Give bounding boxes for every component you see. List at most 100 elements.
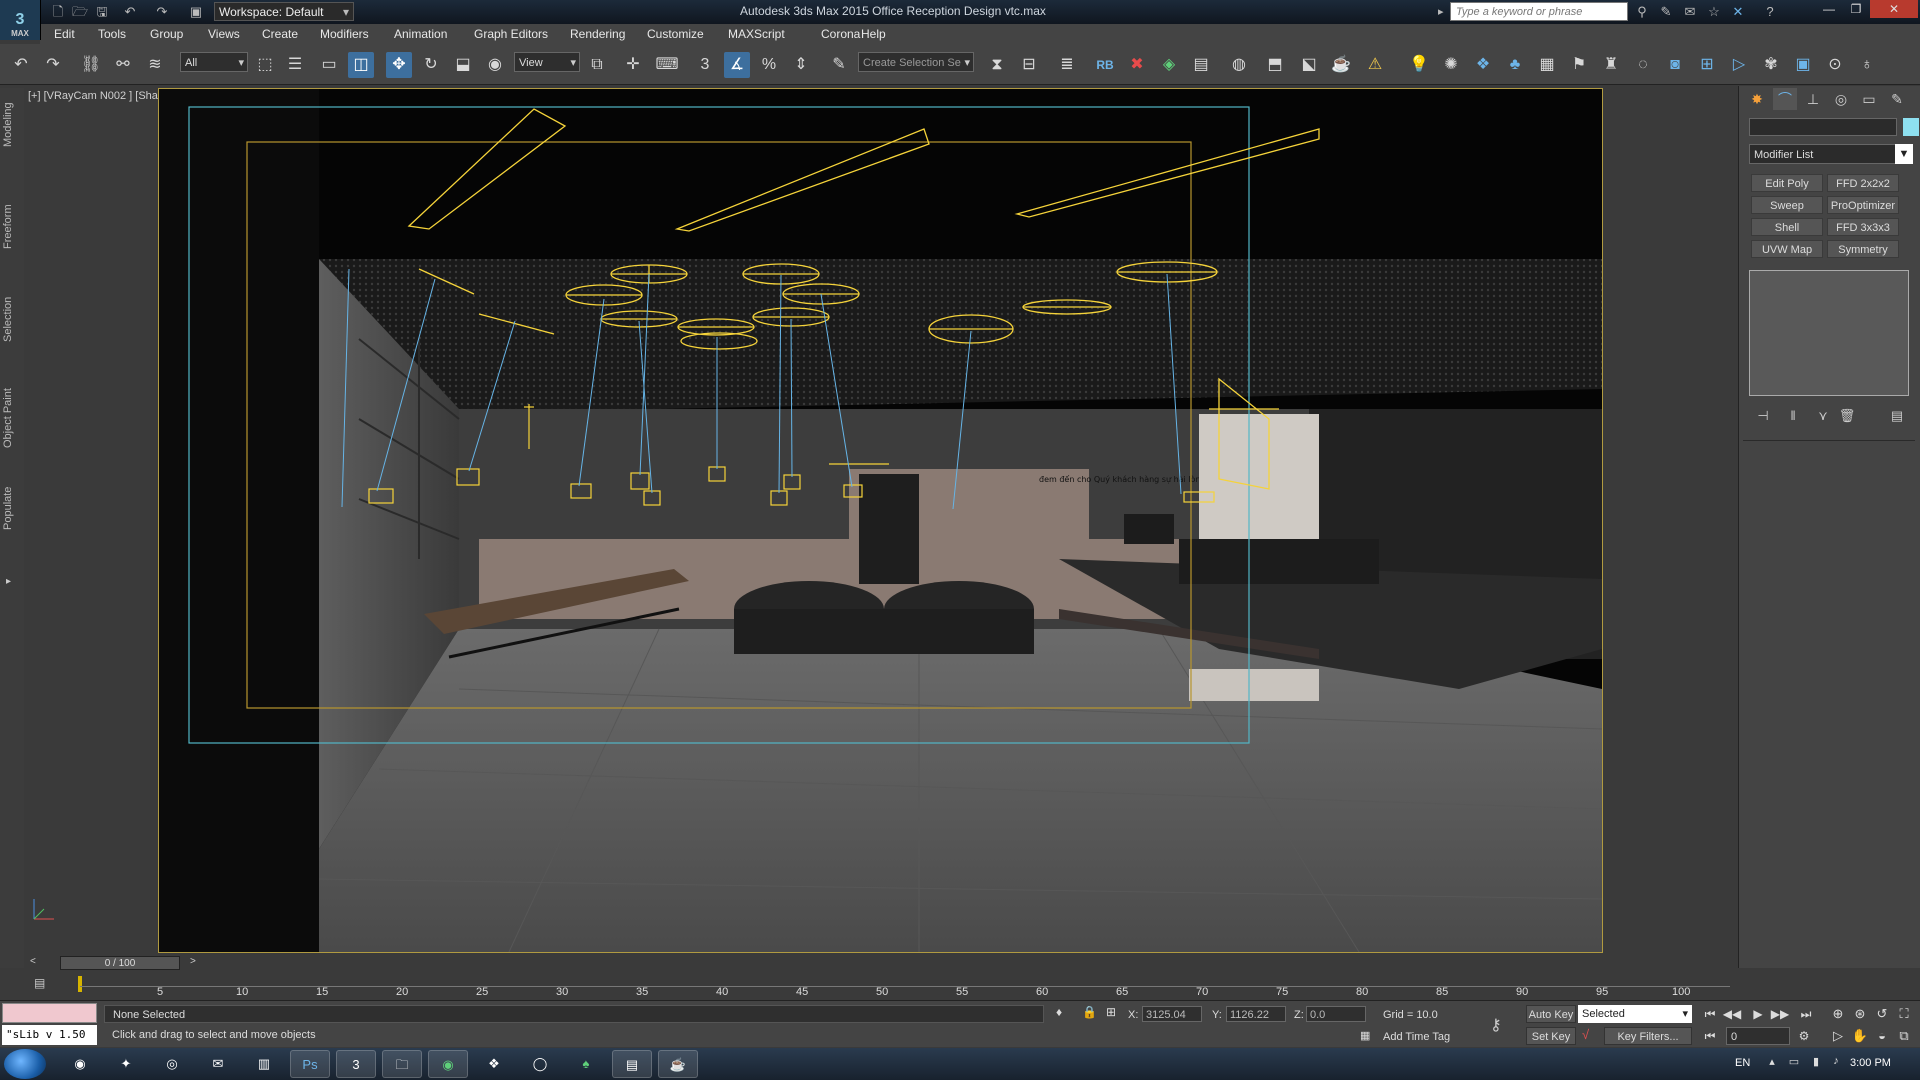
menu-maxscript[interactable]: MAXScript [728, 27, 785, 41]
media-icon[interactable]: ◉ [428, 1050, 468, 1078]
set-key-button[interactable]: Set Key [1526, 1027, 1576, 1045]
select-place-icon[interactable]: ◉ [482, 52, 508, 78]
edit-named-selection-icon[interactable]: ✎ [826, 52, 852, 78]
maxscript-listener[interactable] [2, 1003, 97, 1023]
menu-customize[interactable]: Customize [647, 27, 704, 41]
align-icon[interactable]: ⊟ [1016, 52, 1042, 78]
menu-tools[interactable]: Tools [98, 27, 126, 41]
play-icon[interactable]: ▶ [1748, 1005, 1768, 1023]
unlink-icon[interactable]: ⚯ [110, 52, 136, 78]
select-manipulate-icon[interactable]: ✛ [620, 52, 646, 78]
taskbar-window-icon[interactable]: ▤ [612, 1050, 652, 1078]
undo-icon[interactable]: ↶ [120, 2, 140, 22]
camera-icon[interactable]: ⊙ [1822, 52, 1848, 78]
remove-modifier-icon[interactable]: 🗑 [1835, 406, 1859, 426]
ffd-2x2x2-button[interactable]: FFD 2x2x2 [1827, 174, 1899, 192]
close-button[interactable]: ✕ [1870, 0, 1918, 18]
orbit-camera-icon[interactable]: ◒ [1872, 1027, 1892, 1045]
render-frame-icon[interactable]: ☕ [1328, 52, 1354, 78]
light-lister-icon[interactable]: 💡 [1406, 52, 1432, 78]
taskbar-app-icon[interactable]: ◉ [60, 1050, 100, 1078]
camera-viewport[interactable]: đem đến cho Quý khách hàng sự hài lòng t… [158, 88, 1603, 953]
redo-icon[interactable]: ↷ [152, 2, 172, 22]
pin-stack-icon[interactable]: ⊣ [1751, 406, 1775, 426]
mirror-icon[interactable]: ⧗ [984, 52, 1010, 78]
ribbon-tab-selection[interactable]: Selection [2, 288, 22, 350]
key-mode-icon[interactable]: √ [1582, 1027, 1589, 1042]
menu-help[interactable]: Help [861, 27, 886, 41]
dropbox-icon[interactable]: ❖ [474, 1050, 514, 1078]
lock-icon[interactable]: 🔒 [1082, 1005, 1097, 1019]
taskbar-app-icon[interactable]: ♠ [566, 1050, 606, 1078]
sweep-button[interactable]: Sweep [1751, 196, 1823, 214]
uvw-map-button[interactable]: UVW Map [1751, 240, 1823, 258]
project-folder-icon[interactable]: ▣ [186, 2, 206, 22]
ribbon-collapse-icon[interactable]: ▸ [6, 576, 11, 587]
rectangular-selection-icon[interactable]: ▭ [316, 52, 342, 78]
minimize-button[interactable]: — [1816, 0, 1842, 18]
fur-icon[interactable]: ✾ [1758, 52, 1784, 78]
make-unique-icon[interactable]: ⋎ [1811, 406, 1835, 426]
calendar-icon[interactable]: ▥ [244, 1050, 284, 1078]
ribbon-tab-freeform[interactable]: Freeform [2, 196, 22, 258]
communication-icon[interactable]: ✉ [1680, 2, 1700, 22]
bind-spacewarp-icon[interactable]: ≋ [142, 52, 168, 78]
box-icon[interactable]: ▣ [1790, 52, 1816, 78]
maxscript-output[interactable]: "sLib v 1.50 [2, 1025, 97, 1045]
spinner-snap-icon[interactable]: ⇕ [788, 52, 814, 78]
vray-render-icon[interactable]: ▷ [1726, 52, 1752, 78]
time-slider[interactable]: 0 / 100 [60, 956, 180, 970]
start-button[interactable] [4, 1049, 46, 1079]
tree-icon[interactable]: ♣ [1502, 52, 1528, 78]
menu-graph-editors[interactable]: Graph Editors [474, 27, 548, 41]
zoom-all-icon[interactable]: ⊛ [1850, 1005, 1870, 1023]
isolate-icon[interactable]: ♦ [1056, 1005, 1062, 1019]
menu-views[interactable]: Views [208, 27, 240, 41]
maximize-toggle-icon[interactable]: ⧉ [1894, 1027, 1914, 1045]
angle-snap-icon[interactable]: ∡ [724, 52, 750, 78]
rb-plugin-button[interactable]: RB [1092, 52, 1118, 78]
language-indicator[interactable]: EN [1735, 1057, 1750, 1069]
configure-sets-icon[interactable]: ▤ [1885, 406, 1909, 426]
3dsmax-taskbar-icon[interactable]: 3 [336, 1050, 376, 1078]
ribbon-tab-populate[interactable]: Populate [2, 478, 22, 538]
next-frame-icon[interactable]: ▶▶ [1770, 1005, 1790, 1023]
track-bar[interactable]: ▤ 5 10 15 20 25 30 35 40 45 50 55 60 65 … [24, 972, 1734, 1000]
schematic-view-icon[interactable]: ◍ [1226, 52, 1252, 78]
motion-tab-icon[interactable]: ◎ [1829, 88, 1853, 110]
modifier-list-dropdown[interactable]: Modifier List [1749, 144, 1913, 164]
search-arrow-icon[interactable]: ▸ [1438, 5, 1444, 18]
fov-icon[interactable]: ▷ [1828, 1027, 1848, 1045]
time-config-icon[interactable]: ⚙ [1794, 1027, 1814, 1045]
orbit-icon[interactable]: ↺ [1872, 1005, 1892, 1023]
time-prev-icon[interactable]: < [30, 956, 36, 967]
add-time-tag[interactable]: Add Time Tag [1383, 1031, 1450, 1043]
display-tab-icon[interactable]: ▭ [1857, 88, 1881, 110]
symmetry-button[interactable]: Symmetry [1827, 240, 1899, 258]
new-file-icon[interactable]: 🗋 [48, 2, 68, 22]
app-logo[interactable]: 3 MAX [0, 0, 41, 40]
select-scale-icon[interactable]: ⬓ [450, 52, 476, 78]
percent-snap-icon[interactable]: % [756, 52, 782, 78]
undo-icon[interactable]: ↶ [8, 52, 34, 78]
script-plugin-icon[interactable]: ✖ [1124, 52, 1150, 78]
zoom-icon[interactable]: ⊕ [1828, 1005, 1848, 1023]
prooptimizer-button[interactable]: ProOptimizer [1827, 196, 1899, 214]
scatter-icon[interactable]: ❖ [1470, 52, 1496, 78]
curve-editor-mini-icon[interactable]: ▤ [34, 976, 45, 990]
binoculars-icon[interactable]: ⚲ [1632, 2, 1652, 22]
dome-icon[interactable]: ◙ [1662, 52, 1688, 78]
maximize-button[interactable]: ❐ [1843, 0, 1869, 18]
warning-icon[interactable]: ⚠ [1362, 52, 1388, 78]
outlook-icon[interactable]: ✉ [198, 1050, 238, 1078]
graphite-tools-icon[interactable]: ◈ [1156, 52, 1182, 78]
menu-modifiers[interactable]: Modifiers [320, 27, 369, 41]
auto-key-button[interactable]: Auto Key [1526, 1005, 1576, 1023]
chevron-down-icon[interactable]: ▼ [1895, 144, 1913, 164]
subscription-icon[interactable]: ✎ [1656, 2, 1676, 22]
y-coordinate-field[interactable]: 1126.22 [1226, 1006, 1286, 1022]
create-tab-icon[interactable]: ✸ [1745, 88, 1769, 110]
object-name-field[interactable] [1749, 118, 1897, 136]
vray-light-icon[interactable]: ♜ [1598, 52, 1624, 78]
modifier-stack[interactable] [1749, 270, 1909, 396]
